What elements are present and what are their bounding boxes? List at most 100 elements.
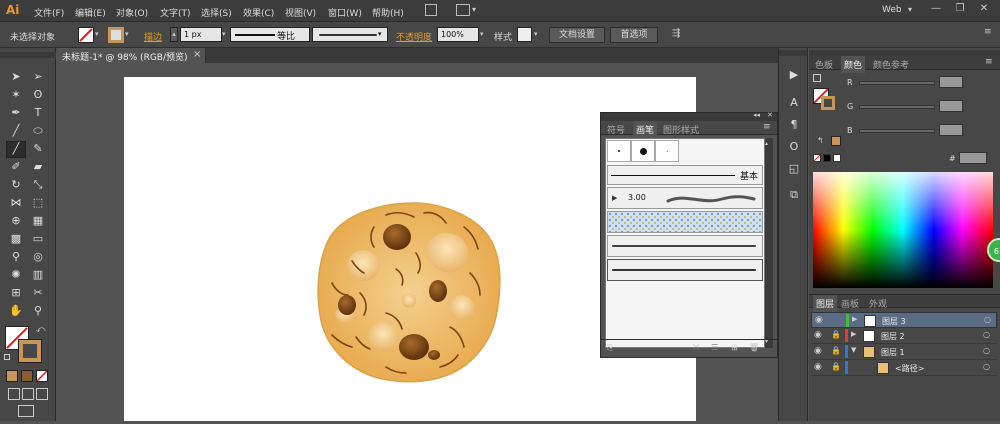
channel-b-field[interactable] — [939, 124, 963, 136]
minimize-icon[interactable]: — — [924, 3, 948, 18]
menu-file[interactable]: 文件(F) — [34, 6, 64, 19]
layer-row[interactable]: ◉ 🔒 ▼ 图层 1 ○ — [811, 344, 997, 360]
perspective-grid-tool-icon[interactable]: ▦ — [30, 214, 46, 228]
expand-triangle-icon[interactable]: ▶ — [851, 330, 856, 338]
expand-triangle-icon[interactable]: ▶ — [852, 315, 857, 323]
channel-g-field[interactable] — [939, 100, 963, 112]
channel-b-slider[interactable] — [859, 129, 935, 133]
pen-tool-icon[interactable]: ✒ — [8, 106, 24, 120]
menu-edit[interactable]: 编辑(E) — [75, 6, 106, 19]
screen-mode-icon[interactable] — [18, 405, 34, 417]
lock-icon[interactable]: 🔒 — [831, 346, 841, 355]
opacity-field[interactable]: 100% — [437, 27, 479, 42]
chevron-down-icon[interactable]: ▾ — [222, 30, 226, 38]
menu-help[interactable]: 帮助(H) — [372, 6, 404, 19]
menu-view[interactable]: 视图(V) — [285, 6, 316, 19]
remove-stroke-icon[interactable]: ⤫ — [693, 343, 699, 353]
target-circle-icon[interactable]: ○ — [984, 315, 991, 324]
options-icon[interactable]: ☰ — [711, 343, 718, 352]
channel-r-field[interactable] — [939, 76, 963, 88]
paintbrush-tool-icon[interactable]: ╱ — [6, 141, 26, 158]
tab-color-guide[interactable]: 颜色参考 — [873, 58, 909, 71]
glyphs-icon[interactable]: ◱ — [787, 162, 801, 176]
layer-name[interactable]: 图层 1 — [881, 347, 905, 358]
default-colors-icon[interactable] — [4, 354, 10, 360]
restore-icon[interactable]: ❐ — [948, 3, 972, 18]
zoom-tool-icon[interactable]: ⚲ — [30, 304, 46, 318]
fill-none-swatch[interactable] — [78, 27, 94, 43]
brush-swatch-small[interactable] — [607, 140, 631, 162]
character-icon[interactable]: A — [787, 96, 801, 110]
new-brush-icon[interactable]: ⊞ — [731, 343, 738, 352]
line-tool-icon[interactable]: ╱ — [8, 124, 24, 138]
brush-swatch-large[interactable] — [631, 140, 655, 162]
lasso-tool-icon[interactable]: ʘ — [30, 88, 46, 102]
tab-symbols[interactable]: 符号 — [607, 123, 625, 136]
arrange-documents-icon[interactable] — [456, 4, 470, 16]
ellipse-tool-icon[interactable]: ⬭ — [30, 124, 46, 138]
panel-menu-icon[interactable]: ≡ — [985, 57, 993, 67]
default-colors-icon[interactable] — [813, 74, 821, 82]
gradient-tool-icon[interactable]: ▭ — [30, 232, 46, 246]
visibility-eye-icon[interactable]: ◉ — [814, 346, 822, 356]
target-circle-icon[interactable]: ○ — [983, 346, 990, 355]
chevron-down-icon[interactable]: ▾ — [908, 5, 912, 14]
stroke-swatch[interactable] — [108, 27, 124, 43]
brush-libraries-icon[interactable]: ⎘ — [607, 343, 613, 353]
tab-swatches[interactable]: 色板 — [815, 58, 833, 71]
draw-inside-icon[interactable] — [36, 388, 48, 400]
selection-tool-icon[interactable]: ➤ — [8, 70, 24, 84]
collapse-icon[interactable]: ◂◂ — [753, 111, 760, 119]
stroke-weight-field[interactable]: 1 px — [180, 27, 222, 42]
bridge-icon[interactable] — [425, 4, 437, 16]
pathfinder-icon[interactable]: ⧉ — [787, 188, 801, 202]
black-swatch[interactable] — [823, 154, 831, 162]
artboard-tool-icon[interactable]: ⊞ — [8, 286, 24, 300]
path-name[interactable]: <路径> — [895, 363, 924, 374]
scroll-up-icon[interactable]: ▴ — [765, 140, 768, 147]
channel-r-slider[interactable] — [859, 81, 935, 85]
color-spectrum[interactable] — [813, 172, 993, 288]
rotate-tool-icon[interactable]: ↻ — [8, 178, 24, 192]
blend-tool-icon[interactable]: ◎ — [30, 250, 46, 264]
opacity-link[interactable]: 不透明度 — [396, 30, 432, 43]
stroke-color-box[interactable] — [18, 339, 42, 363]
visibility-eye-icon[interactable]: ◉ — [815, 315, 823, 325]
close-icon[interactable]: ✕ — [972, 3, 996, 18]
chevron-down-icon[interactable]: ▾ — [534, 30, 538, 38]
menu-select[interactable]: 选择(S) — [201, 6, 232, 19]
tab-appearance[interactable]: 外观 — [869, 297, 887, 310]
tools-panel-grip[interactable] — [0, 52, 56, 58]
graphic-style-swatch[interactable] — [517, 27, 532, 42]
target-circle-icon[interactable]: ○ — [983, 362, 990, 371]
document-tab[interactable]: 未标题-1* @ 98% (RGB/预览) × — [56, 48, 206, 63]
hand-tool-icon[interactable]: ✋ — [8, 304, 24, 318]
strip-grip[interactable] — [779, 50, 807, 56]
brush-calligraphic[interactable]: ▶ 3.00 — [607, 187, 763, 209]
menu-type[interactable]: 文字(T) — [160, 6, 191, 19]
lock-icon[interactable]: 🔒 — [831, 362, 841, 371]
gradient-mode-icon[interactable] — [21, 370, 33, 382]
brushes-panel-titlebar[interactable]: ◂◂ ✕ — [601, 111, 777, 121]
out-of-gamut-icon[interactable]: ↰ — [817, 136, 824, 145]
tab-color[interactable]: 颜色 — [841, 56, 866, 73]
chevron-down-icon[interactable]: ▾ — [125, 30, 129, 38]
white-swatch[interactable] — [833, 154, 841, 162]
width-tool-icon[interactable]: ⋈ — [8, 196, 24, 210]
visibility-eye-icon[interactable]: ◉ — [814, 330, 822, 340]
layer-name[interactable]: 图层 2 — [881, 331, 905, 342]
swap-fill-stroke-icon[interactable]: ⤺ — [36, 325, 46, 335]
brush-pattern[interactable] — [607, 211, 763, 233]
pencil-tool-icon[interactable]: ✎ — [30, 142, 46, 156]
draw-behind-icon[interactable] — [22, 388, 34, 400]
document-setup-button[interactable]: 文档设置 — [549, 27, 605, 43]
symbol-sprayer-tool-icon[interactable]: ✺ — [8, 268, 24, 282]
chevron-down-icon[interactable]: ▾ — [472, 5, 476, 14]
target-circle-icon[interactable]: ○ — [983, 330, 990, 339]
magic-wand-tool-icon[interactable]: ✶ — [8, 88, 24, 102]
brush-scrollbar[interactable]: ▴ ▾ — [765, 138, 773, 348]
layer-name[interactable]: 图层 3 — [882, 316, 906, 327]
stroke-stepper[interactable]: ▴ — [170, 27, 178, 42]
blob-brush-tool-icon[interactable]: ✐ — [8, 160, 24, 174]
column-graph-tool-icon[interactable]: ▥ — [30, 268, 46, 282]
